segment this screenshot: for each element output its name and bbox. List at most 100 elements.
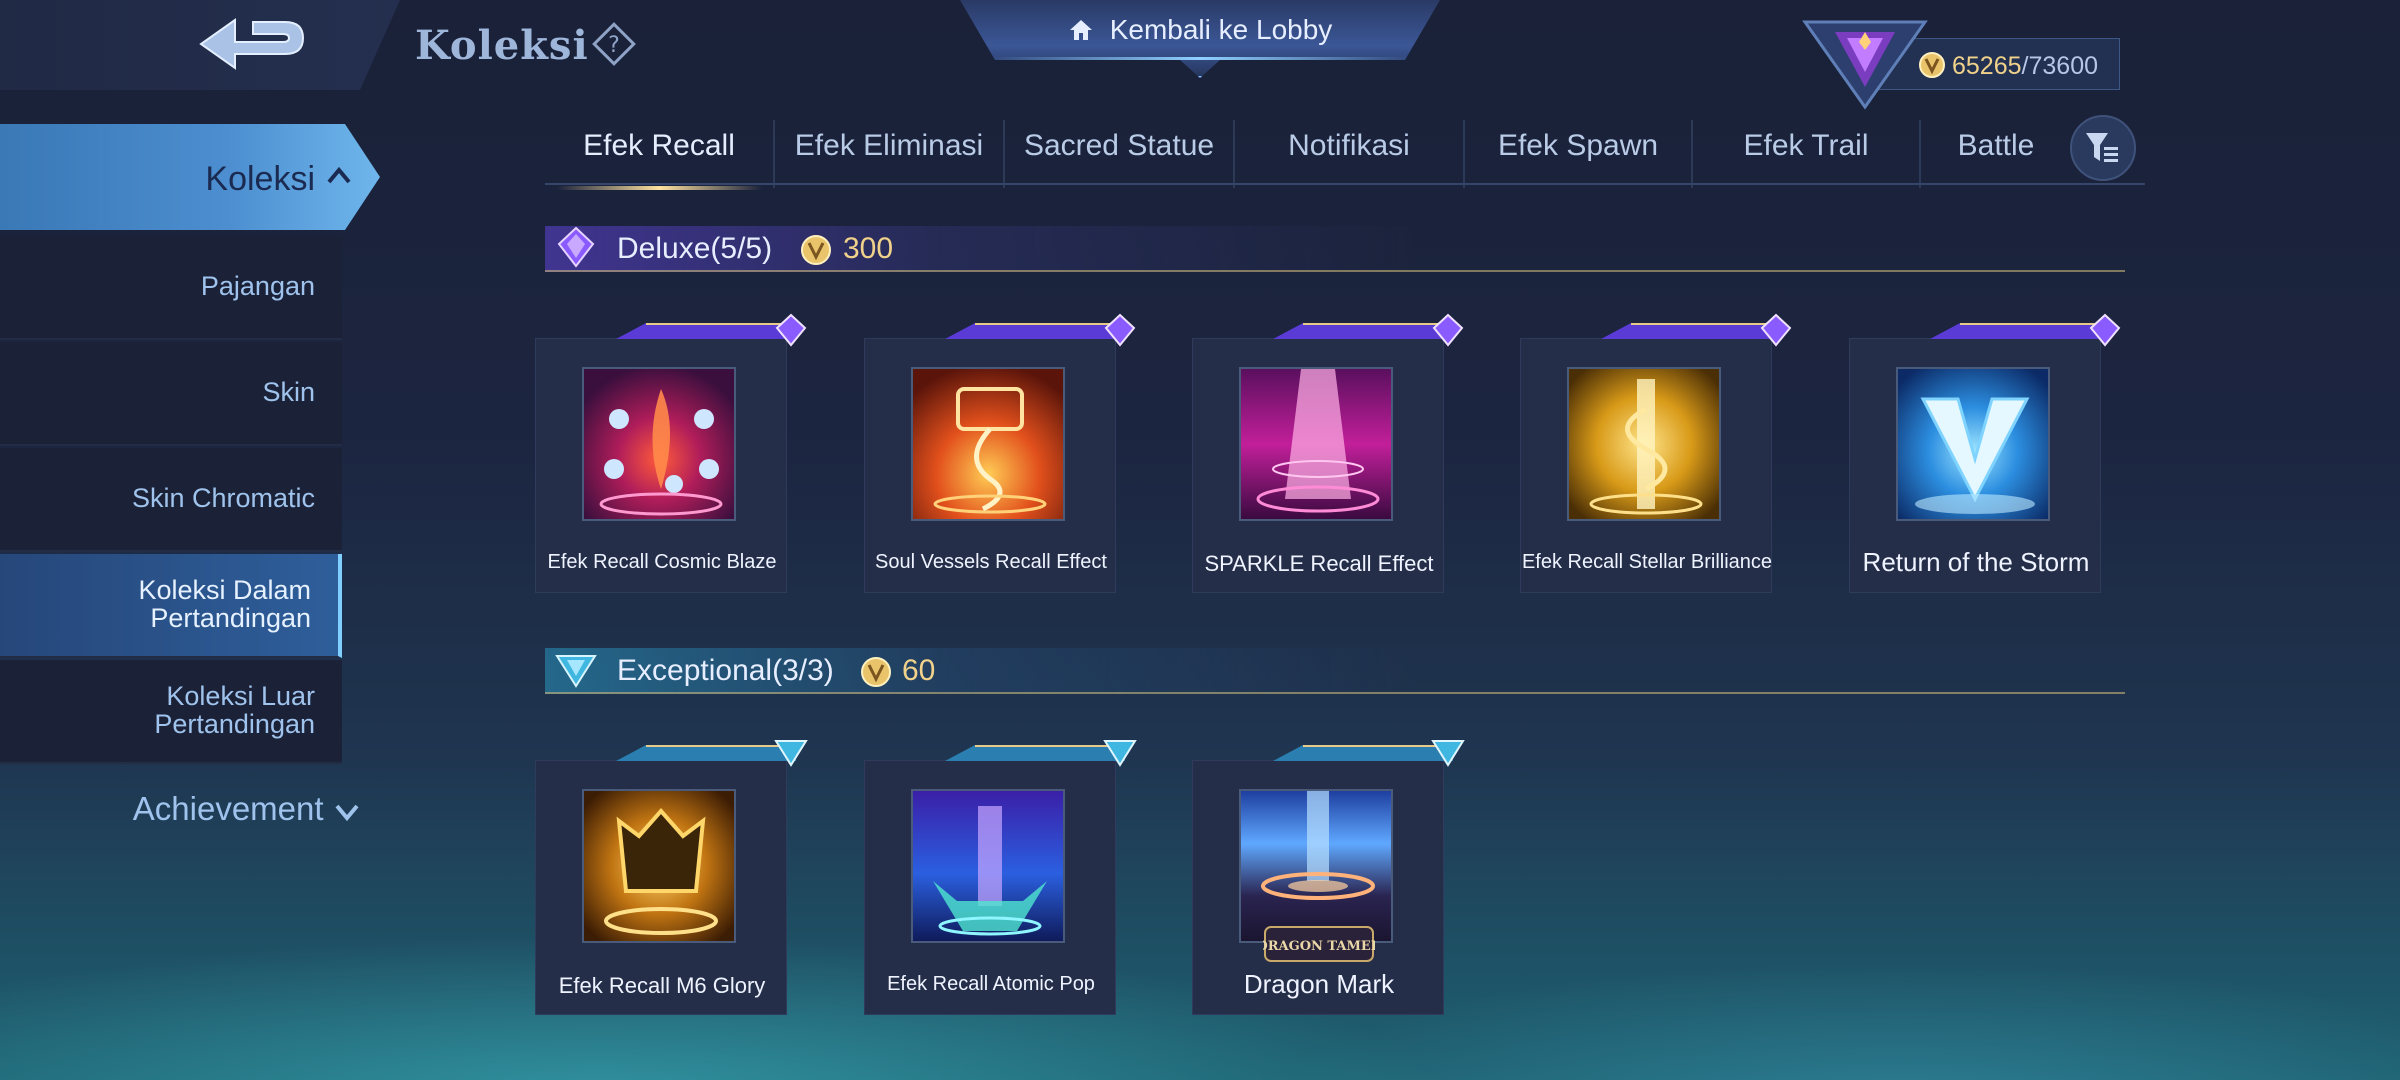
card-ribbon (1273, 323, 1453, 339)
card-thumbnail (1896, 367, 2050, 521)
coin-icon (801, 235, 831, 265)
dragon-mark-art (1261, 791, 1375, 900)
coin-icon (1919, 52, 1945, 78)
dragon-tamer-logo: DRAGON TAMER (1263, 926, 1375, 962)
sidebar-item-label: Skin Chromatic (131, 483, 315, 513)
card-ribbon (1930, 323, 2110, 339)
sidebar-item-skin[interactable]: Skin (0, 342, 342, 446)
tab-label: Notifikasi (1288, 129, 1410, 162)
collection-card[interactable]: DRAGON TAMER Dragon Mark (1192, 740, 1465, 1015)
section-cost: 300 (843, 232, 894, 265)
sidebar-item-label-line2: Pertandingan (154, 709, 315, 739)
points-max: 73600 (2028, 52, 2099, 80)
svg-text:?: ? (608, 33, 620, 58)
card-name: Efek Recall Stellar Brilliance (1521, 551, 1773, 573)
card-name: Efek Recall Cosmic Blaze (547, 551, 777, 573)
tab-sacred-statue[interactable]: Sacred Statue (1005, 120, 1235, 188)
card-name: Soul Vessels Recall Effect (875, 551, 1107, 573)
section-exceptional-header: Exceptional(3/3) 60 (545, 640, 2125, 700)
sidebar-item-label: Pajangan (200, 271, 315, 301)
tab-label: Efek Trail (1743, 129, 1869, 162)
card-thumbnail (1567, 367, 1721, 521)
sidebar-item-label-line1: Koleksi Luar (166, 681, 315, 711)
sidebar-item-label: Skin (262, 377, 315, 407)
tab-efek-eliminasi[interactable]: Efek Eliminasi (775, 120, 1005, 188)
section-band (545, 226, 2125, 272)
collection-card[interactable]: Efek Recall Atomic Pop (864, 740, 1137, 1015)
tab-label: Efek Recall (583, 129, 735, 162)
svg-text:DRAGON TAMER: DRAGON TAMER (1263, 939, 1375, 954)
collector-rank-emblem-icon (1802, 20, 1928, 110)
card-name: Efek Recall Atomic Pop (887, 973, 1095, 995)
deluxe-gem-icon (2089, 313, 2121, 347)
sidebar-item-label: Koleksi Dalam Pertandingan (138, 576, 311, 632)
points-current: 65265 (1952, 52, 2022, 80)
section-title: Exceptional(3/3) (617, 654, 834, 688)
home-icon (1069, 20, 1092, 40)
card-thumbnail (582, 367, 736, 521)
sidebar-group-label: Achievement (132, 790, 324, 827)
atomic-pop-art (933, 806, 1047, 936)
tab-label: Battle (1957, 129, 2035, 162)
soul-vessels-art (933, 387, 1047, 514)
collection-card[interactable]: SPARKLE Recall Effect (1192, 313, 1464, 593)
back-to-lobby-button[interactable]: Kembali ke Lobby (960, 0, 1440, 78)
chevron-down-icon (335, 804, 359, 822)
sidebar-item-koleksi-dalam-pertandingan[interactable]: Koleksi Dalam Pertandingan (0, 554, 342, 658)
collection-card[interactable]: Efek Recall Stellar Brilliance (1520, 313, 1792, 593)
card-thumbnail (911, 789, 1065, 943)
collection-card[interactable]: Efek Recall Cosmic Blaze (535, 313, 807, 593)
exceptional-gem-icon (1431, 740, 1465, 767)
exceptional-gem-icon (1103, 740, 1137, 767)
filter-list-icon (2086, 133, 2118, 162)
page-title: Koleksi (415, 22, 589, 69)
coin-icon (861, 657, 891, 687)
tab-battle[interactable]: Battle (1921, 120, 2071, 188)
sidebar-item-koleksi-luar-pertandingan[interactable]: Koleksi Luar Pertandingan (0, 660, 342, 764)
card-name: Efek Recall M6 Glory (558, 973, 766, 998)
m6-glory-art (604, 807, 718, 935)
collection-card[interactable]: Soul Vessels Recall Effect (864, 313, 1136, 593)
collection-card[interactable]: Return of the Storm (1849, 313, 2121, 593)
tabs-divider (545, 183, 2145, 185)
collection-card[interactable]: Efek Recall M6 Glory (535, 740, 808, 1015)
back-arrow-icon[interactable] (195, 14, 310, 76)
sidebar-item-label: Koleksi Luar Pertandingan (154, 682, 315, 738)
section-count: (3/3) (772, 654, 834, 687)
tab-efek-spawn[interactable]: Efek Spawn (1465, 120, 1693, 188)
section-cost: 60 (902, 654, 936, 687)
card-ribbon (616, 745, 796, 761)
exceptional-gem-icon (774, 740, 808, 767)
tab-label: Efek Spawn (1497, 129, 1659, 162)
filter-button[interactable] (2070, 115, 2136, 181)
card-thumbnail (1239, 367, 1393, 521)
exceptional-gem-icon (555, 655, 597, 688)
card-name: Return of the Storm (1862, 547, 2090, 577)
sidebar-item-pajangan[interactable]: Pajangan (0, 236, 342, 340)
deluxe-gem-icon (557, 226, 595, 268)
chevron-up-icon (327, 166, 351, 184)
card-ribbon (1273, 745, 1453, 761)
card-ribbon (945, 323, 1125, 339)
sidebar-achievement-group[interactable]: Achievement (0, 790, 360, 828)
tab-efek-recall[interactable]: Efek Recall (545, 120, 775, 190)
tab-efek-trail[interactable]: Efek Trail (1693, 120, 1921, 188)
section-name: Exceptional (617, 654, 773, 687)
section-name: Deluxe (617, 232, 711, 265)
category-tabs: Efek Recall Efek Eliminasi Sacred Statue… (545, 120, 2145, 190)
sidebar-item-skin-chromatic[interactable]: Skin Chromatic (0, 448, 342, 552)
card-ribbon (945, 745, 1125, 761)
tab-notifikasi[interactable]: Notifikasi (1235, 120, 1465, 188)
lobby-label: Kembali ke Lobby (1109, 14, 1333, 45)
sidebar-koleksi-group[interactable]: Koleksi (0, 124, 380, 230)
tab-label: Efek Eliminasi (794, 129, 984, 162)
return-of-the-storm-art (1915, 397, 2035, 514)
card-thumbnail (911, 367, 1065, 521)
card-ribbon (1601, 323, 1781, 339)
question-diamond-icon[interactable]: ? (590, 20, 638, 68)
cosmic-blaze-art (599, 389, 723, 516)
tab-label: Sacred Statue (1023, 129, 1215, 162)
card-ribbon (616, 323, 796, 339)
collection-points: 65265/73600 (1952, 52, 2098, 81)
card-thumbnail (582, 789, 736, 943)
